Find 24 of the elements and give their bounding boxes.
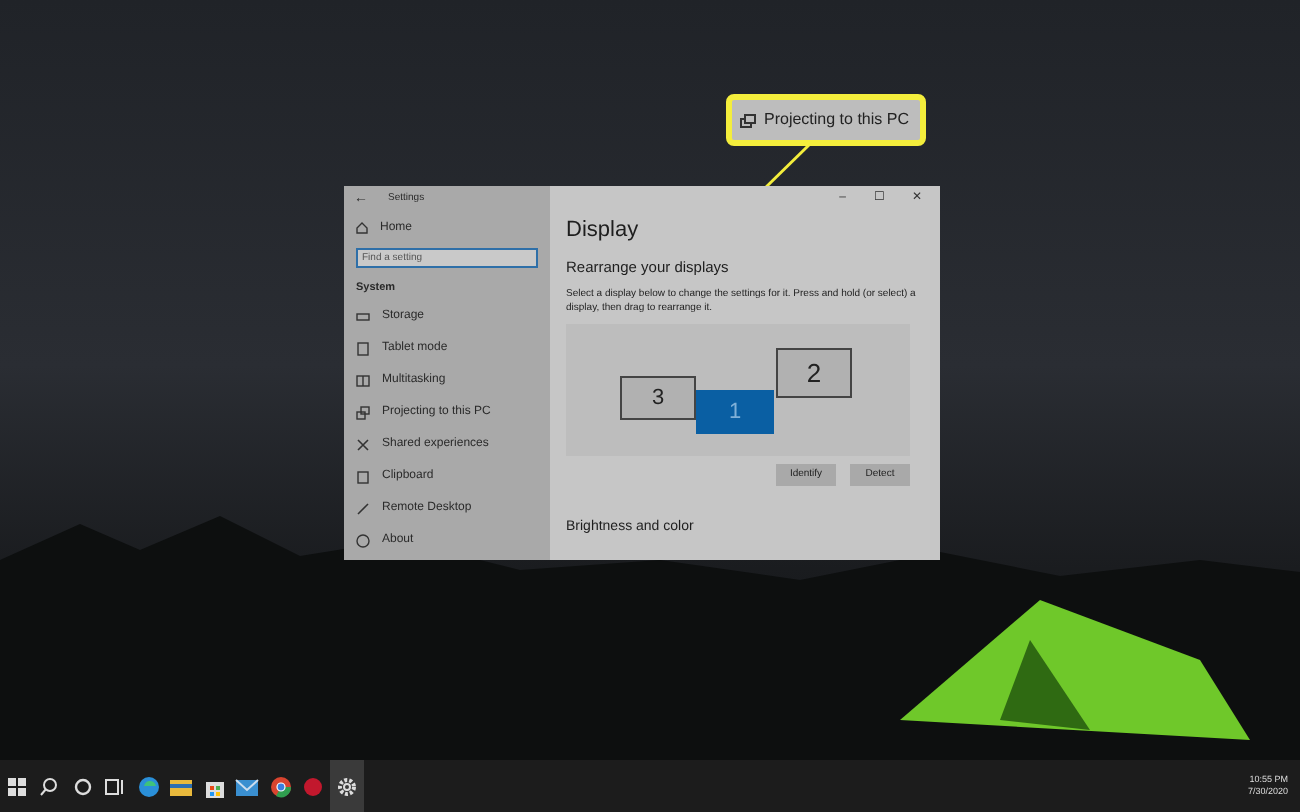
circle-icon — [356, 533, 370, 548]
drive-icon — [356, 309, 370, 324]
monitor-tile[interactable]: 3 — [620, 375, 696, 420]
projector-icon — [740, 113, 756, 127]
callout-text: Projecting to this PC — [764, 108, 909, 132]
home-icon — [356, 222, 368, 234]
monitor-tile[interactable]: 2 — [776, 347, 852, 398]
page-title: Display — [566, 216, 641, 246]
cross-icon — [356, 437, 370, 452]
app-icon — [300, 773, 327, 799]
round-app-icon — [267, 773, 294, 799]
circle-icon — [69, 773, 96, 799]
envelope-icon — [234, 773, 261, 799]
settings-icon — [333, 773, 360, 799]
clipboard-icon — [356, 469, 370, 484]
taskbar-button[interactable] — [330, 760, 363, 812]
tablet-icon — [356, 341, 370, 356]
windows-icon — [356, 373, 370, 388]
windows-icon — [3, 773, 30, 799]
search-icon — [36, 773, 63, 799]
browser-icon — [135, 773, 162, 799]
task-view-icon — [102, 773, 129, 799]
screens-icon — [356, 405, 370, 420]
slash-icon — [356, 501, 370, 516]
